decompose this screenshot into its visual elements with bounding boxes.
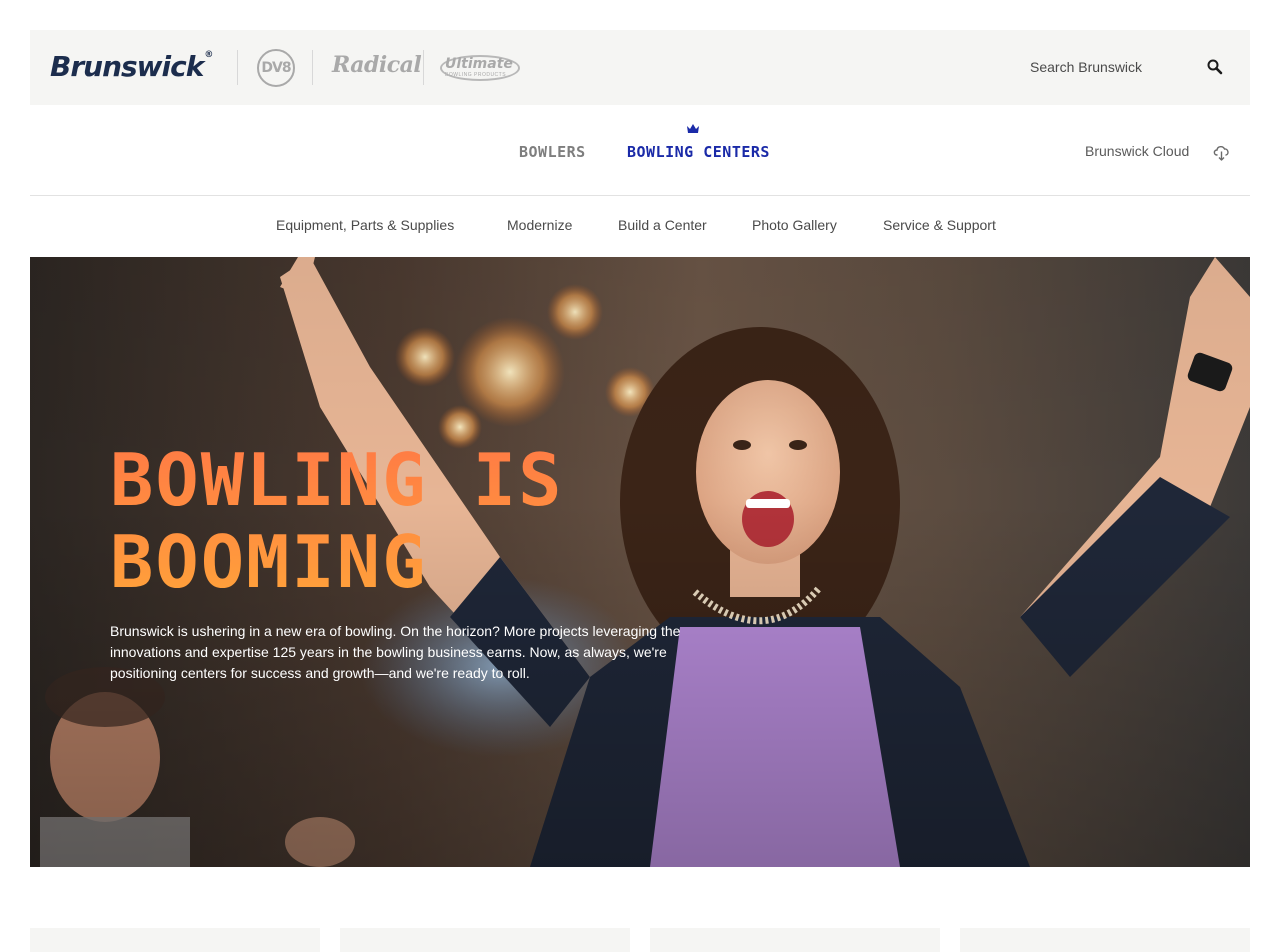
feature-card[interactable] (960, 928, 1250, 952)
dv8-logo-text: DV8 (261, 60, 291, 76)
hero-heading-line-2: BOOMING (110, 520, 428, 604)
feature-card[interactable] (30, 928, 320, 952)
search-icon[interactable] (1206, 58, 1224, 76)
hero-heading: BOWLING IS BOOMING (110, 439, 563, 603)
feature-card[interactable] (650, 928, 940, 952)
primary-nav: BOWLERS BOWLING CENTERS Brunswick Cloud (30, 105, 1250, 196)
dv8-logo[interactable]: DV8 (257, 49, 295, 87)
brand-bar: Brunswick® DV8 Radical Ultimate BOWLING … (30, 30, 1250, 105)
brunswick-logo-text: Brunswick (50, 50, 204, 83)
ultimate-logo[interactable]: Ultimate BOWLING PRODUCTS (440, 55, 520, 81)
search-input[interactable] (1030, 56, 1190, 78)
subnav-modernize[interactable]: Modernize (507, 217, 572, 233)
registered-mark: ® (204, 50, 213, 60)
crown-icon (687, 124, 699, 133)
subnav-build-a-center[interactable]: Build a Center (618, 217, 707, 233)
search-box (1020, 52, 1230, 82)
nav-bowling-centers[interactable]: BOWLING CENTERS (627, 143, 770, 161)
divider (423, 50, 424, 85)
ultimate-logo-subtext: BOWLING PRODUCTS (445, 72, 507, 78)
radical-logo-text: Radical (332, 52, 422, 78)
hero-heading-line-1: BOWLING IS (110, 438, 564, 522)
ultimate-logo-text: Ultimate (445, 56, 513, 72)
brunswick-logo[interactable]: Brunswick® (50, 50, 213, 83)
secondary-nav: Equipment, Parts & Supplies Modernize Bu… (0, 196, 1280, 257)
hero-banner: BOWLING IS BOOMING Brunswick is ushering… (30, 257, 1250, 867)
subnav-equipment[interactable]: Equipment, Parts & Supplies (276, 217, 454, 233)
radical-logo[interactable]: Radical (332, 52, 422, 78)
subnav-photo-gallery[interactable]: Photo Gallery (752, 217, 837, 233)
hero-body-text: Brunswick is ushering in a new era of bo… (110, 623, 681, 681)
subnav-service-support[interactable]: Service & Support (883, 217, 996, 233)
divider (312, 50, 313, 85)
nav-bowlers[interactable]: BOWLERS (519, 143, 586, 161)
divider (237, 50, 238, 85)
feature-card[interactable] (340, 928, 630, 952)
cloud-download-icon[interactable] (1212, 143, 1232, 163)
brunswick-cloud-link[interactable]: Brunswick Cloud (1085, 143, 1189, 159)
